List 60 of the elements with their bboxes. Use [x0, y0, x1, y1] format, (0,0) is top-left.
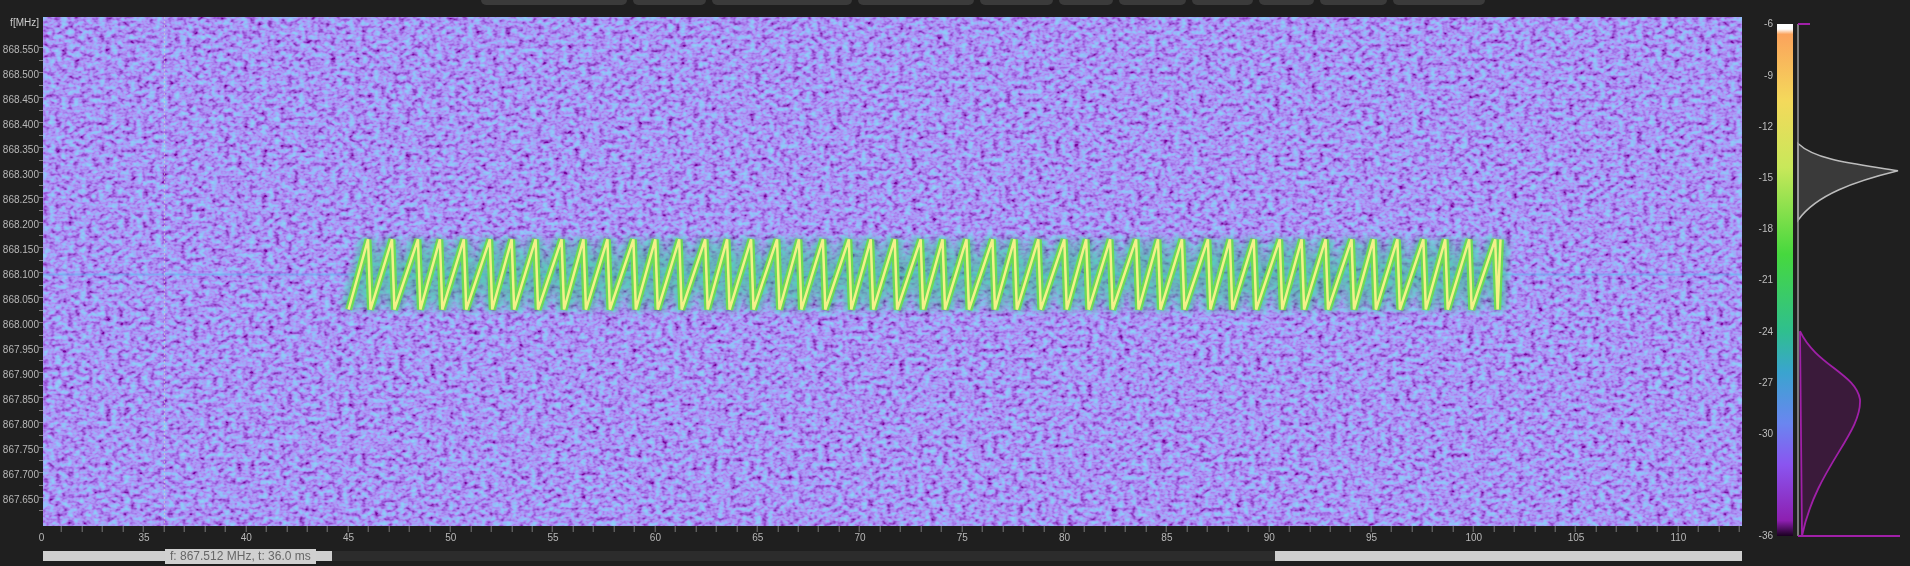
- toolbar-button[interactable]: [1059, 0, 1113, 5]
- axis-tick-label: 867.800: [1, 418, 39, 433]
- colorbar-tick-label: -9: [1764, 69, 1773, 81]
- overview-strip[interactable]: [43, 551, 1742, 561]
- axis-tick-label: 867.750: [1, 443, 39, 458]
- toolbar-button[interactable]: [1320, 0, 1387, 5]
- axis-tick-label: 867.950: [1, 343, 39, 358]
- axis-tick-label: 867.700: [1, 468, 39, 483]
- axis-tick-label: 95: [1365, 532, 1378, 543]
- toolbar-button[interactable]: [1393, 0, 1485, 5]
- axis-tick-label: 868.000: [1, 318, 39, 332]
- axis-tick-label: 868.050: [1, 292, 39, 307]
- axis-tick-label: 868.400: [1, 117, 39, 132]
- axis-tick-label: 868.500: [1, 67, 39, 82]
- axis-tick-label: 868.100: [1, 267, 39, 282]
- axis-tick-label: 868.250: [1, 192, 39, 207]
- colorbar-tick-label: -30: [1758, 427, 1773, 439]
- axis-tick-label: 867.900: [1, 368, 39, 383]
- axis-tick-label: 867.650: [1, 493, 39, 508]
- colorbar-tick-label: -12: [1758, 120, 1773, 132]
- axis-tick-label: 868.300: [1, 167, 39, 182]
- colorbar-tick-label: -15: [1758, 171, 1773, 183]
- cursor-readout: f: 867.512 MHz, t: 36.0 ms: [165, 549, 316, 564]
- toolbar-button[interactable]: [1119, 0, 1186, 5]
- axis-tick-label: 85: [1161, 532, 1173, 543]
- axis-tick-label: 868.200: [1, 217, 39, 232]
- axis-tick-label: 868.550: [1, 42, 39, 57]
- axis-tick-label: 35: [138, 532, 150, 543]
- colorbar-tick-label: -21: [1758, 274, 1773, 286]
- toolbar-button[interactable]: [1192, 0, 1253, 5]
- colorbar-tick-label: -36: [1758, 530, 1773, 542]
- axis-unit-label: f[MHz]: [9, 17, 39, 30]
- axis-tick-label: 868.150: [1, 242, 39, 257]
- toolbar-button[interactable]: [858, 0, 974, 5]
- axis-tick-label: 100: [1465, 532, 1483, 543]
- colorbar-tick-label: -27: [1758, 376, 1773, 388]
- axis-tick-label: 45: [342, 532, 355, 543]
- axis-tick-label: 60: [649, 532, 661, 543]
- axis-tick-label: 70: [854, 532, 866, 543]
- toolbar-button[interactable]: [980, 0, 1053, 5]
- axis-tick-label: 50: [445, 532, 457, 543]
- toolbar-button[interactable]: [1259, 0, 1314, 5]
- axis-tick-label: 868.450: [1, 92, 39, 107]
- axis-tick-label: 40: [240, 532, 252, 543]
- toolbar-button[interactable]: [481, 0, 627, 5]
- axis-tick-label: 55: [547, 532, 559, 543]
- axis-tick-label: 90: [1263, 532, 1275, 543]
- colorbar-tick-label: -24: [1758, 325, 1773, 337]
- axis-tick-label: 105: [1567, 532, 1585, 543]
- axis-tick-label: 868.350: [1, 142, 39, 157]
- toolbar-button[interactable]: [633, 0, 706, 5]
- axis-tick-label: 110: [1670, 532, 1687, 543]
- axis-tick-label: 75: [956, 532, 968, 543]
- axis-tick-label: 80: [1059, 532, 1071, 543]
- colorbar-tick-label: -18: [1758, 223, 1773, 235]
- axis-tick-label: 0: [38, 532, 45, 543]
- colorbar-tick-label: -6: [1764, 18, 1773, 30]
- toolbar-button[interactable]: [712, 0, 852, 5]
- axis-tick-label: 65: [752, 532, 764, 543]
- axis-tick-label: 867.850: [1, 393, 39, 408]
